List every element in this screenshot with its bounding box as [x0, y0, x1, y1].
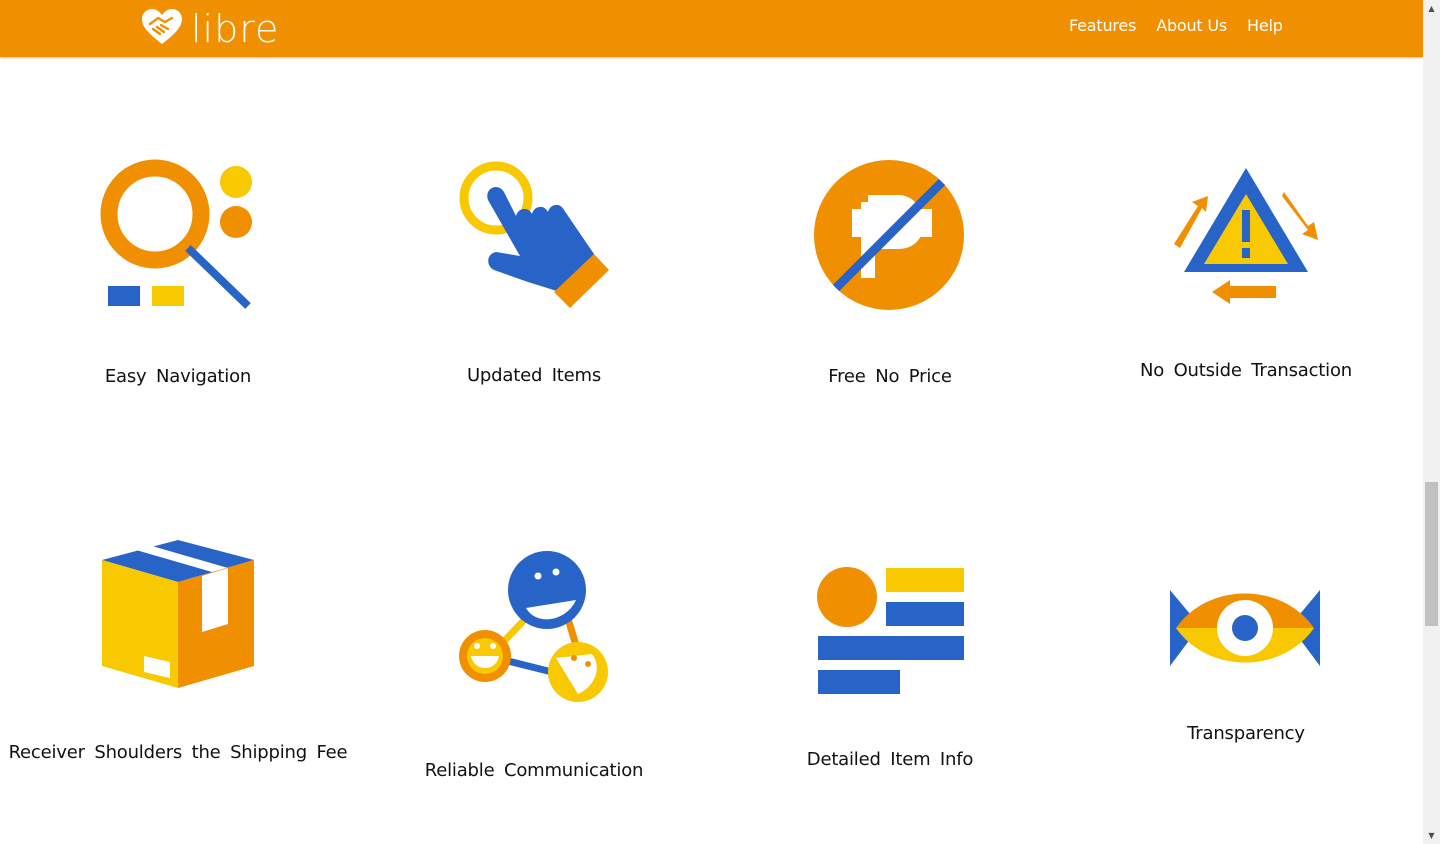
feature-label: Transparency — [1187, 723, 1305, 744]
heart-handshake-icon — [141, 8, 183, 50]
scrollbar-thumb[interactable] — [1425, 482, 1438, 626]
connected-faces-icon — [459, 551, 608, 702]
nav-features-link[interactable]: Features — [1069, 16, 1136, 35]
magnifier-icon — [100, 159, 252, 309]
pointing-hand-icon — [459, 161, 609, 308]
feature-label: Reliable Communication — [424, 760, 644, 781]
brand-logo[interactable]: libre — [141, 8, 279, 50]
no-peso-icon — [814, 160, 964, 310]
eye-icon — [1170, 590, 1320, 666]
scroll-down-arrow-icon[interactable]: ▼ — [1423, 827, 1440, 844]
nav-help-link[interactable]: Help — [1247, 16, 1283, 35]
feature-reliable-communication: Reliable Communication — [356, 530, 712, 810]
feature-detailed-item-info: Detailed Item Info — [712, 530, 1068, 810]
feature-label: Free No Price — [828, 366, 952, 387]
nav-menu: Features About Us Help — [1069, 16, 1283, 35]
feature-free-no-price: Free No Price — [712, 150, 1068, 400]
feature-label: Updated Items — [466, 365, 602, 386]
feature-label: Receiver Shoulders the Shipping Fee — [8, 742, 348, 763]
top-navbar: libre Features About Us Help — [0, 0, 1423, 57]
page-scrollbar[interactable]: ▲ ▼ — [1423, 0, 1440, 844]
nav-about-link[interactable]: About Us — [1156, 16, 1227, 35]
brand-name: libre — [191, 7, 280, 51]
feature-label: Detailed Item Info — [806, 749, 974, 770]
feature-label: No Outside Transaction — [1139, 360, 1352, 381]
feature-transparency: Transparency — [1068, 530, 1424, 810]
feature-shipping-fee: Receiver Shoulders the Shipping Fee — [0, 530, 356, 810]
feature-easy-navigation: Easy Navigation — [0, 150, 356, 400]
warning-arrows-icon — [1174, 168, 1318, 304]
scroll-up-arrow-icon[interactable]: ▲ — [1423, 0, 1440, 17]
page: libre Features About Us Help Easy Naviga… — [0, 0, 1440, 844]
info-list-icon — [817, 567, 964, 694]
feature-label: Easy Navigation — [104, 366, 252, 387]
package-box-icon — [102, 540, 254, 688]
feature-updated-items: Updated Items — [356, 150, 712, 400]
feature-no-outside-transaction: No Outside Transaction — [1068, 150, 1424, 400]
